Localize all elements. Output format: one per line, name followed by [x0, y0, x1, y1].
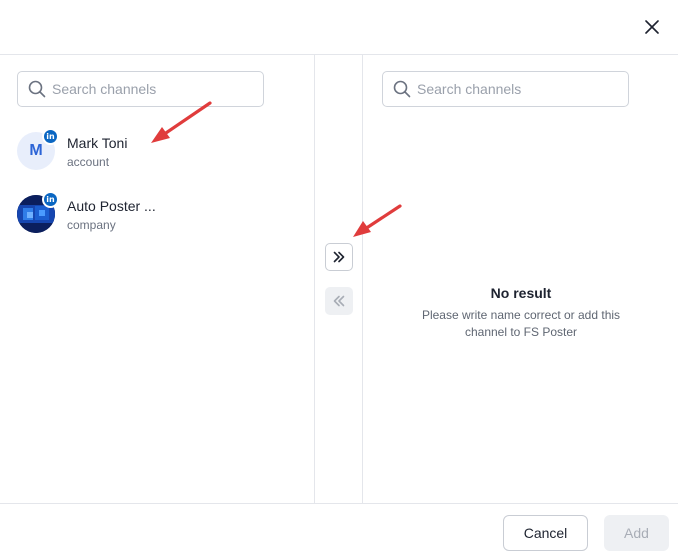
channel-name: Mark Toni [67, 135, 128, 151]
channel-item-mark-toni[interactable]: M in Mark Toni account [17, 128, 297, 174]
double-chevron-right-icon [333, 251, 345, 263]
search-icon [18, 72, 52, 106]
empty-state-text: Please write name correct or add this ch… [421, 308, 621, 339]
transfer-controls [315, 55, 363, 503]
add-button[interactable]: Add [604, 515, 669, 551]
modal-footer: Cancel Add [0, 503, 678, 558]
cancel-button[interactable]: Cancel [503, 515, 588, 551]
empty-state-title: No result [490, 285, 552, 301]
available-channels-panel: M in Mark Toni account in [0, 55, 315, 503]
linkedin-badge-text: in [46, 195, 55, 204]
selected-channels-panel: No result Please write name correct or a… [364, 55, 678, 503]
search-icon [383, 72, 417, 106]
close-button[interactable] [640, 15, 664, 39]
linkedin-icon: in [42, 191, 59, 208]
move-left-button[interactable] [325, 287, 353, 315]
modal-header [0, 0, 678, 55]
double-chevron-left-icon [333, 295, 345, 307]
modal-body: M in Mark Toni account in [0, 55, 678, 503]
empty-state: No result Please write name correct or a… [364, 285, 678, 341]
channel-item-auto-poster[interactable]: in Auto Poster ... company [17, 191, 297, 237]
select-channels-modal: M in Mark Toni account in [0, 0, 678, 558]
move-right-button[interactable] [325, 243, 353, 271]
left-search-box[interactable] [17, 71, 264, 107]
right-search-box[interactable] [382, 71, 629, 107]
linkedin-icon: in [42, 128, 59, 145]
linkedin-badge-text: in [46, 132, 55, 141]
channel-type: company [67, 218, 116, 232]
right-search-input[interactable] [417, 81, 617, 97]
channel-type: account [67, 155, 110, 169]
avatar-letter: M [29, 142, 43, 159]
close-icon [645, 20, 659, 34]
left-search-input[interactable] [52, 81, 252, 97]
channel-name: Auto Poster ... [67, 198, 156, 214]
